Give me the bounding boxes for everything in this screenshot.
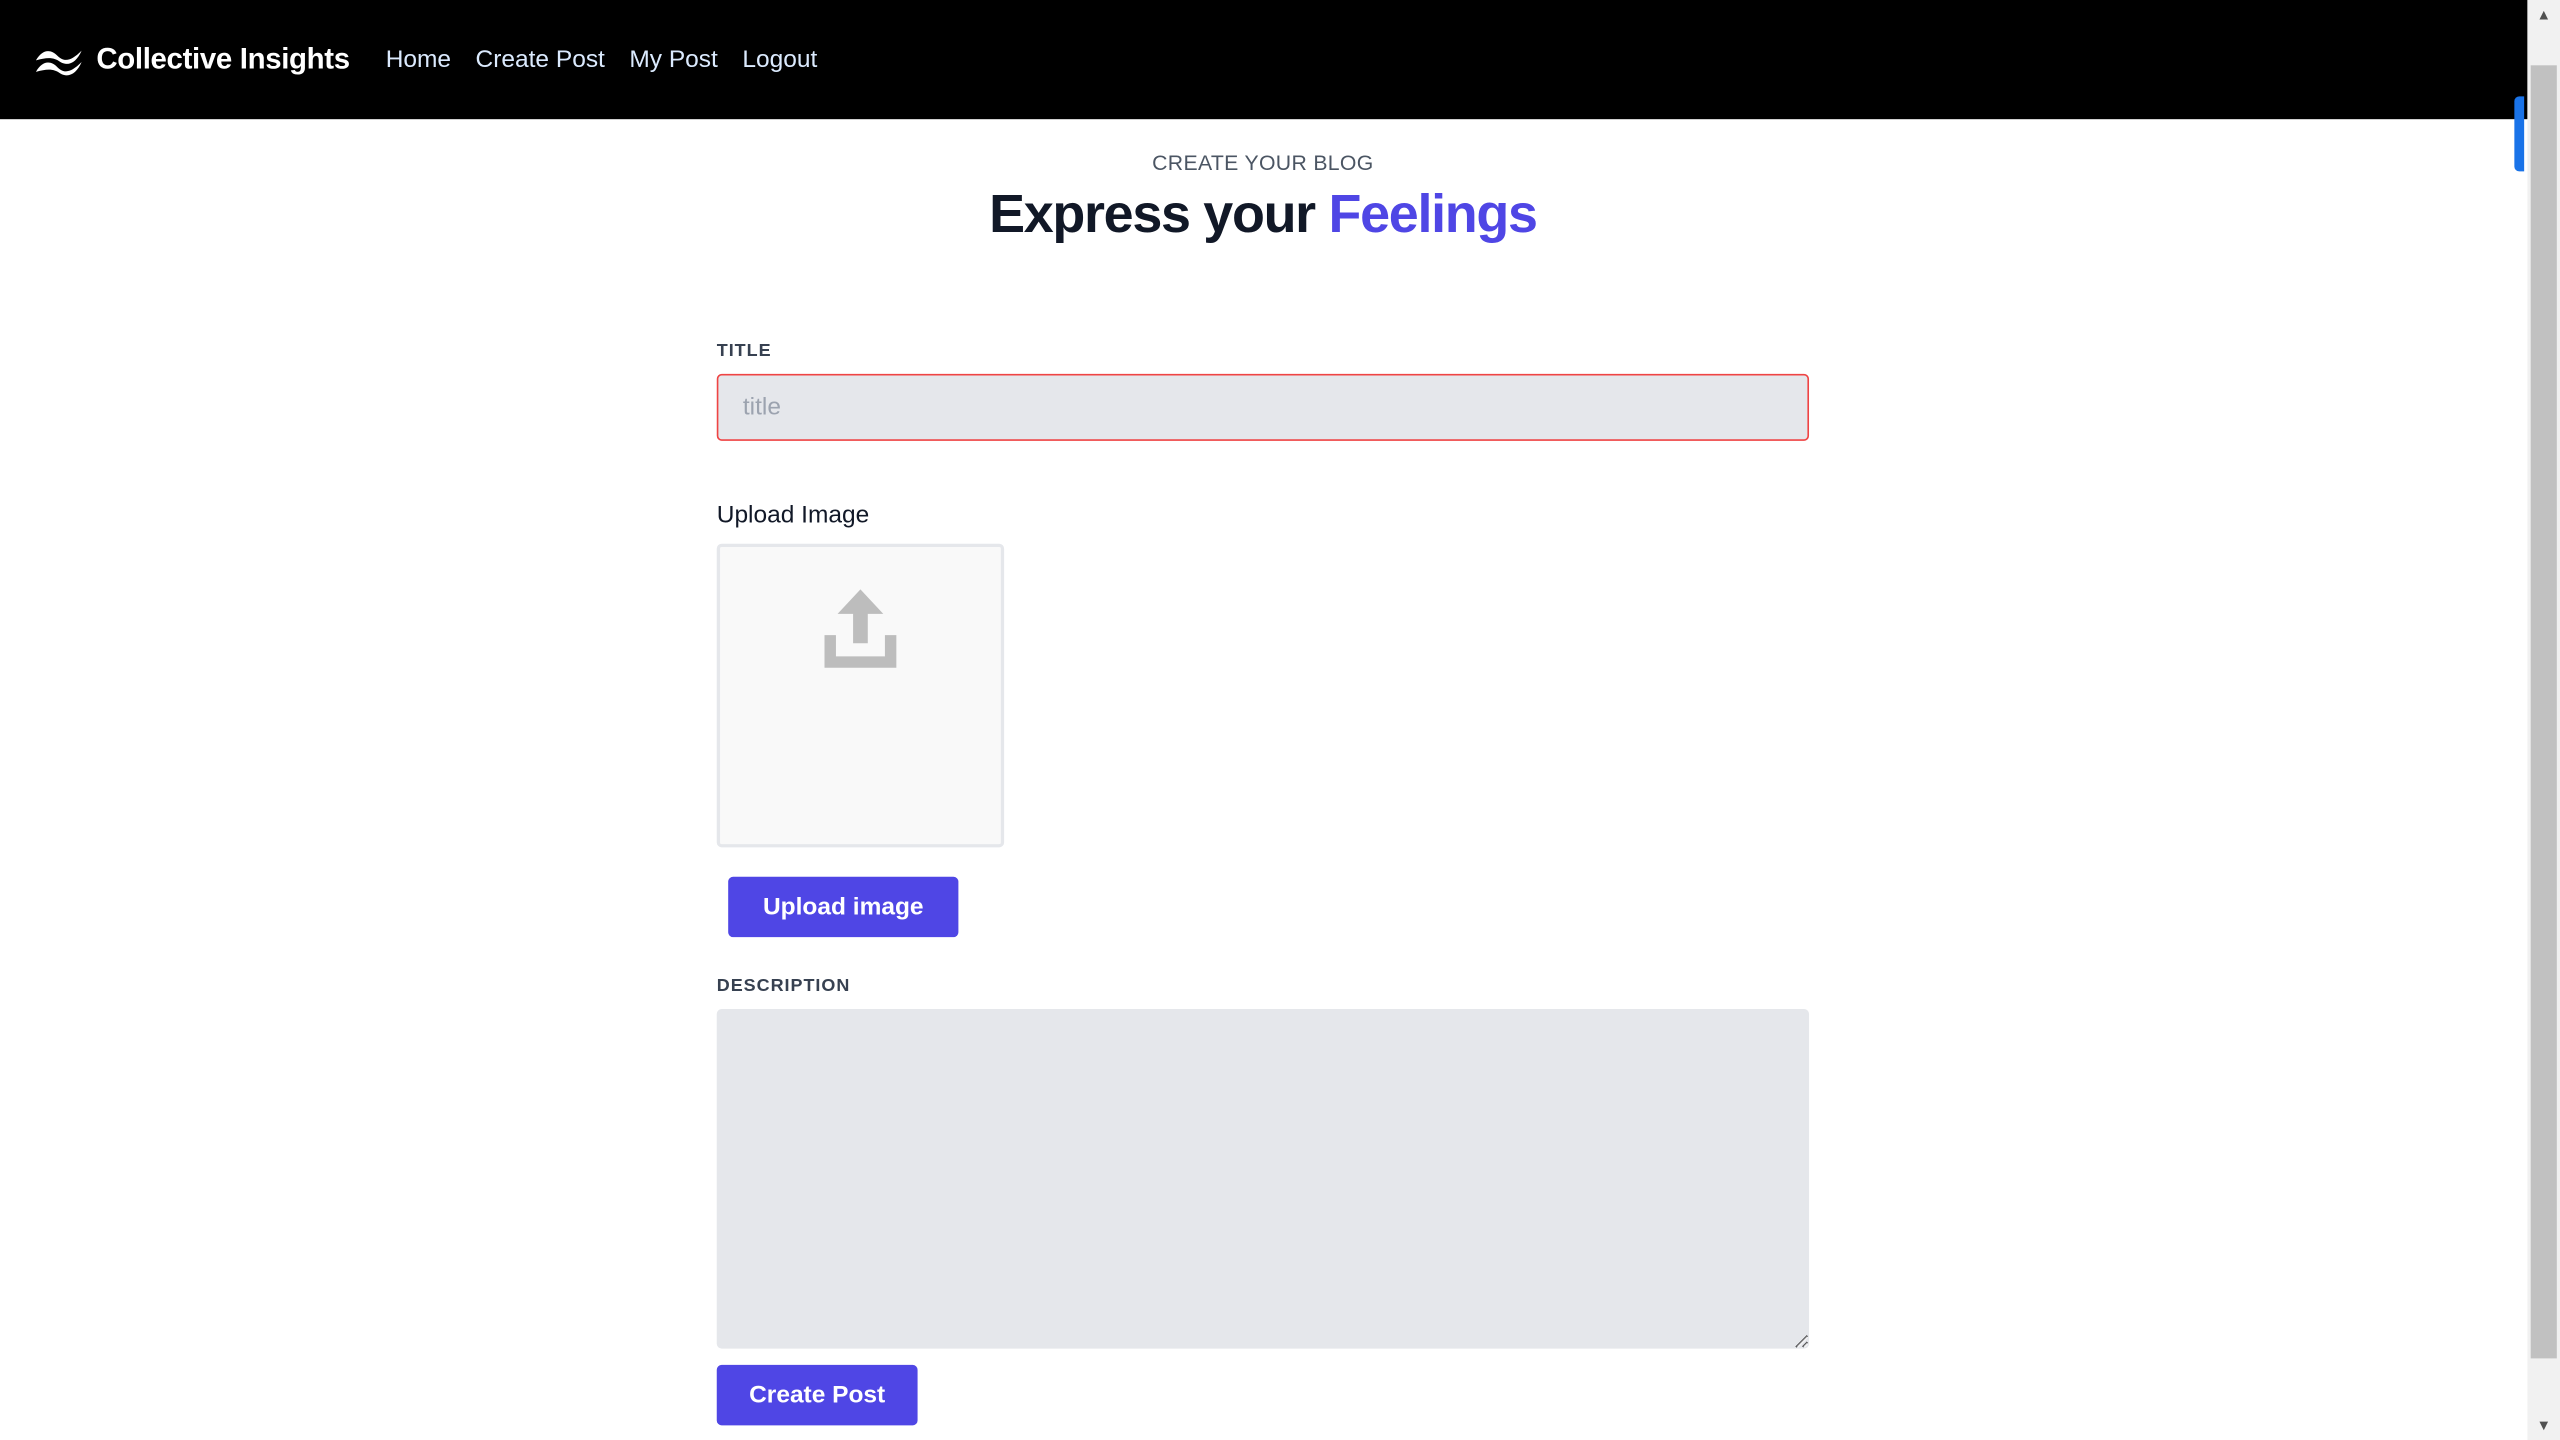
create-post-form: CREATE YOUR BLOG Express your Feelings T…: [716, 119, 1810, 1426]
wave-logo-icon: [34, 43, 83, 76]
title-input[interactable]: [716, 373, 1810, 441]
nav-link-my-post[interactable]: My Post: [629, 46, 717, 74]
scroll-down-arrow-icon[interactable]: ▼: [2527, 1411, 2560, 1440]
scrollbar-thumb[interactable]: [2530, 65, 2557, 1359]
page-title-accent: Feelings: [1328, 182, 1538, 244]
page-title: Express your Feelings: [717, 183, 1809, 245]
create-post-button[interactable]: Create Post: [716, 1364, 918, 1426]
scroll-position-marker: [2514, 96, 2525, 172]
brand[interactable]: Collective Insights: [34, 42, 350, 76]
description-textarea[interactable]: [716, 1009, 1810, 1349]
page: Collective Insights Home Create Post My …: [0, 0, 2560, 1440]
scroll-up-arrow-icon[interactable]: ▲: [2527, 0, 2560, 29]
nav-link-create-post[interactable]: Create Post: [476, 46, 605, 74]
upload-image-label: Upload Image: [716, 501, 870, 529]
page-title-main: Express your: [989, 182, 1316, 244]
page-eyebrow: CREATE YOUR BLOG: [1152, 150, 1374, 175]
nav-link-logout[interactable]: Logout: [742, 46, 817, 74]
top-navbar: Collective Insights Home Create Post My …: [0, 0, 2528, 120]
description-label: DESCRIPTION: [716, 976, 851, 996]
nav-link-home[interactable]: Home: [386, 46, 451, 74]
vertical-scrollbar[interactable]: ▲ ▼: [2514, 0, 2560, 1440]
image-dropzone[interactable]: [716, 543, 1005, 848]
brand-name: Collective Insights: [96, 42, 350, 76]
upload-icon: [821, 547, 899, 844]
nav-links: Home Create Post My Post Logout: [386, 46, 842, 74]
title-label: TITLE: [716, 341, 772, 361]
upload-image-button[interactable]: Upload image: [728, 876, 959, 938]
